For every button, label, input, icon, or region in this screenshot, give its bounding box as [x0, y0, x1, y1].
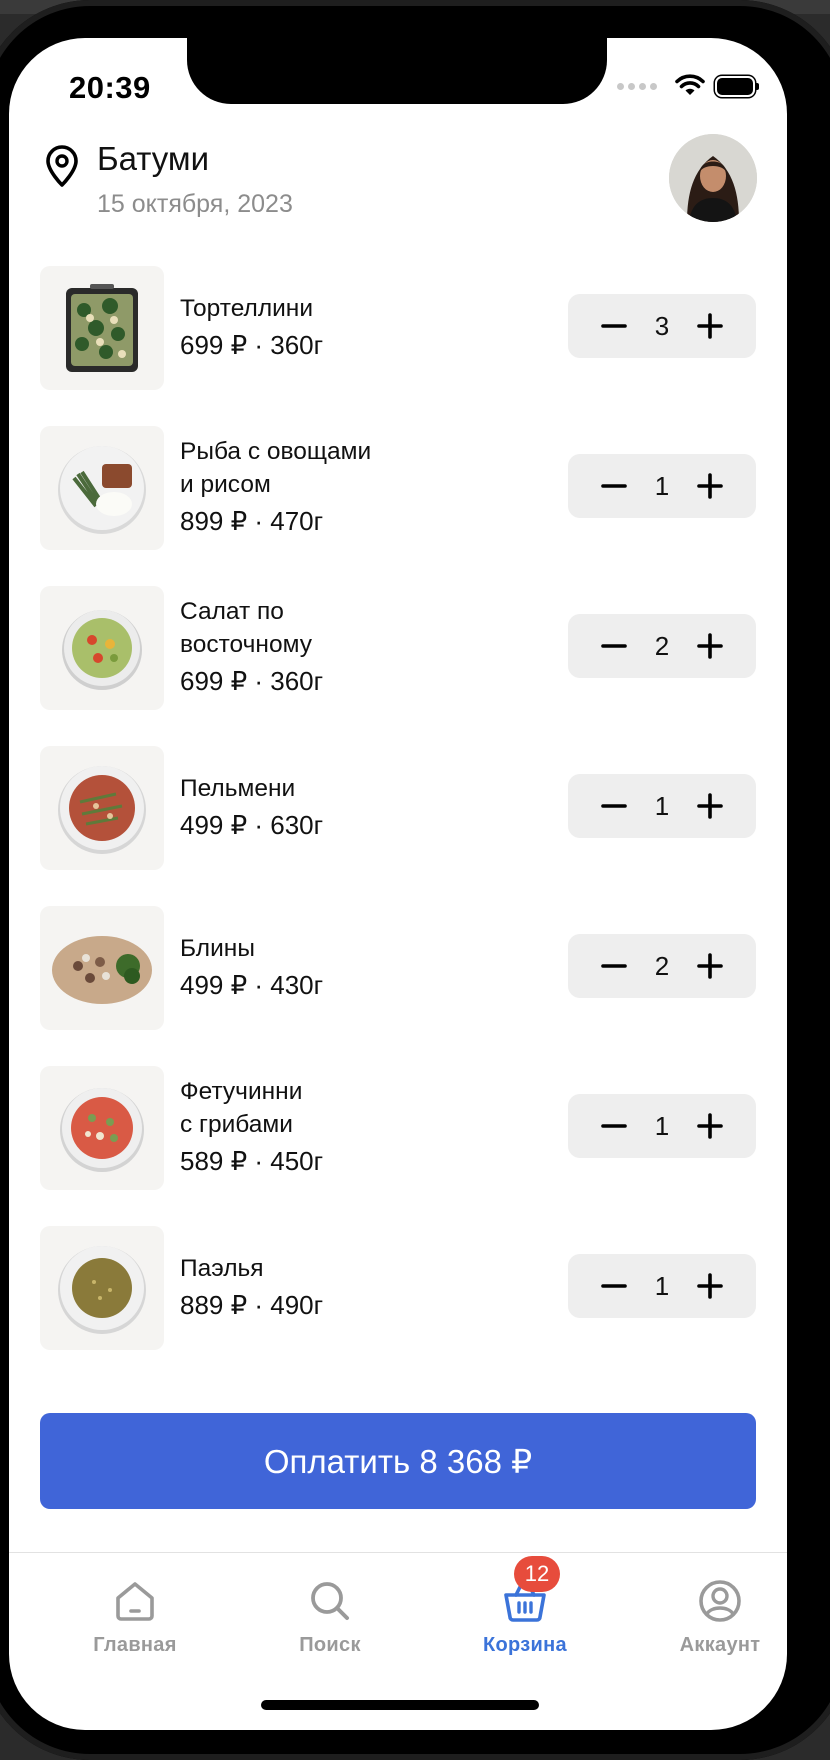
item-name: Тортеллини: [180, 294, 314, 322]
item-info: Блины 499 ₽ · 430г: [180, 906, 323, 1030]
minus-icon: [601, 1124, 627, 1128]
minus-icon: [601, 324, 627, 328]
item-name: Рыба с овощами и рисом: [180, 438, 372, 498]
increase-button[interactable]: [678, 454, 742, 518]
home-icon: [116, 1582, 154, 1621]
quantity-stepper: 2: [568, 614, 756, 678]
cart-item: Тортеллини 699 ₽ · 360г 3: [40, 266, 758, 390]
item-name: Салат по восточному: [180, 598, 312, 658]
plus-icon: [697, 1273, 723, 1299]
search-icon: [311, 1582, 349, 1620]
item-info: Фетучинни с грибами 589 ₽ · 450г: [180, 1066, 323, 1190]
status-icons: [617, 74, 759, 98]
tortellini-image: [40, 266, 164, 390]
plus-icon: [697, 1113, 723, 1139]
delivery-date: 15 октября, 2023: [97, 190, 293, 218]
plus-icon: [697, 953, 723, 979]
item-name: Пельмени: [180, 774, 296, 802]
tab-home[interactable]: Главная: [55, 1578, 215, 1657]
minus-icon: [601, 484, 627, 488]
home-indicator[interactable]: [261, 1700, 539, 1710]
item-info: Салат по восточному 699 ₽ · 360г: [180, 586, 323, 710]
salad-bowl-image: [40, 586, 164, 710]
plus-icon: [697, 793, 723, 819]
quantity-stepper: 1: [568, 1094, 756, 1158]
minus-icon: [601, 804, 627, 808]
wifi-icon: [675, 74, 705, 95]
item-price: 499 ₽ · 630г: [180, 809, 324, 840]
item-info: Паэлья 889 ₽ · 490г: [180, 1226, 323, 1350]
paella-bowl-image: [40, 1226, 164, 1350]
increase-button[interactable]: [678, 774, 742, 838]
increase-button[interactable]: [678, 1254, 742, 1318]
plus-icon: [697, 313, 723, 339]
item-info: Пельмени 499 ₽ · 630г: [180, 746, 323, 870]
item-name: Фетучинни с грибами: [180, 1078, 303, 1138]
tab-label: Аккаунт: [679, 1634, 761, 1656]
tab-label: Корзина: [483, 1634, 567, 1656]
pay-button[interactable]: Оплатить 8 368 ₽: [40, 1413, 756, 1509]
minus-icon: [601, 964, 627, 968]
cart-item: Салат по восточному 699 ₽ · 360г 2: [40, 586, 758, 710]
user-avatar[interactable]: [669, 134, 757, 222]
cart-item: Пельмени 499 ₽ · 630г 1: [40, 746, 758, 870]
item-info: Тортеллини 699 ₽ · 360г: [180, 266, 323, 390]
increase-button[interactable]: [678, 1094, 742, 1158]
pelmeni-plate-image: [40, 746, 164, 870]
item-price: 889 ₽ · 490г: [180, 1289, 324, 1320]
battery-icon: [717, 77, 759, 95]
item-name: Блины: [180, 934, 255, 962]
fettuccine-bowl-image: [40, 1066, 164, 1190]
tab-label: Поиск: [299, 1634, 361, 1656]
increase-button[interactable]: [678, 934, 742, 998]
notch: [187, 38, 607, 104]
bliny-board-image: [40, 906, 164, 1030]
quantity-stepper: 1: [568, 774, 756, 838]
cart-count-badge: 12: [514, 1556, 560, 1592]
minus-icon: [601, 1284, 627, 1288]
status-time: 20:39: [69, 70, 151, 105]
phone-frame: 20:39 Батуми 15 октября, 2023 Тортеллини…: [0, 0, 830, 1760]
item-price: 699 ₽ · 360г: [180, 666, 324, 696]
quantity-stepper: 2: [568, 934, 756, 998]
cart-item: Паэлья 889 ₽ · 490г 1: [40, 1226, 758, 1350]
plus-icon: [697, 633, 723, 659]
item-name: Паэлья: [180, 1254, 264, 1282]
increase-button[interactable]: [678, 294, 742, 358]
plus-icon: [697, 473, 723, 499]
city-title[interactable]: Батуми: [97, 140, 209, 178]
item-price: 589 ₽ · 450г: [180, 1146, 324, 1176]
item-price: 899 ₽ · 470г: [180, 506, 324, 536]
quantity-stepper: 1: [568, 454, 756, 518]
item-price: 699 ₽ · 360г: [180, 329, 324, 360]
increase-button[interactable]: [678, 614, 742, 678]
item-price: 499 ₽ · 430г: [180, 969, 324, 1000]
account-icon: [699, 1580, 741, 1622]
location-pin-icon: [46, 145, 78, 187]
tab-search[interactable]: Поиск: [250, 1578, 410, 1657]
cart-item: Рыба с овощами и рисом 899 ₽ · 470г 1: [40, 426, 758, 550]
signal-dots-icon: [617, 82, 657, 90]
tab-label: Главная: [93, 1634, 177, 1656]
quantity-stepper: 3: [568, 294, 756, 358]
avatar-photo: [669, 134, 757, 222]
phone-screen: 20:39 Батуми 15 октября, 2023 Тортеллини…: [9, 38, 787, 1730]
item-info: Рыба с овощами и рисом 899 ₽ · 470г: [180, 426, 371, 550]
cart-item: Блины 499 ₽ · 430г 2: [40, 906, 758, 1030]
quantity-stepper: 1: [568, 1254, 756, 1318]
minus-icon: [601, 644, 627, 648]
tab-account[interactable]: Аккаунт: [640, 1578, 787, 1657]
tabbar-divider: [9, 1552, 787, 1553]
fish-plate-image: [40, 426, 164, 550]
cart-item: Фетучинни с грибами 589 ₽ · 450г 1: [40, 1066, 758, 1190]
